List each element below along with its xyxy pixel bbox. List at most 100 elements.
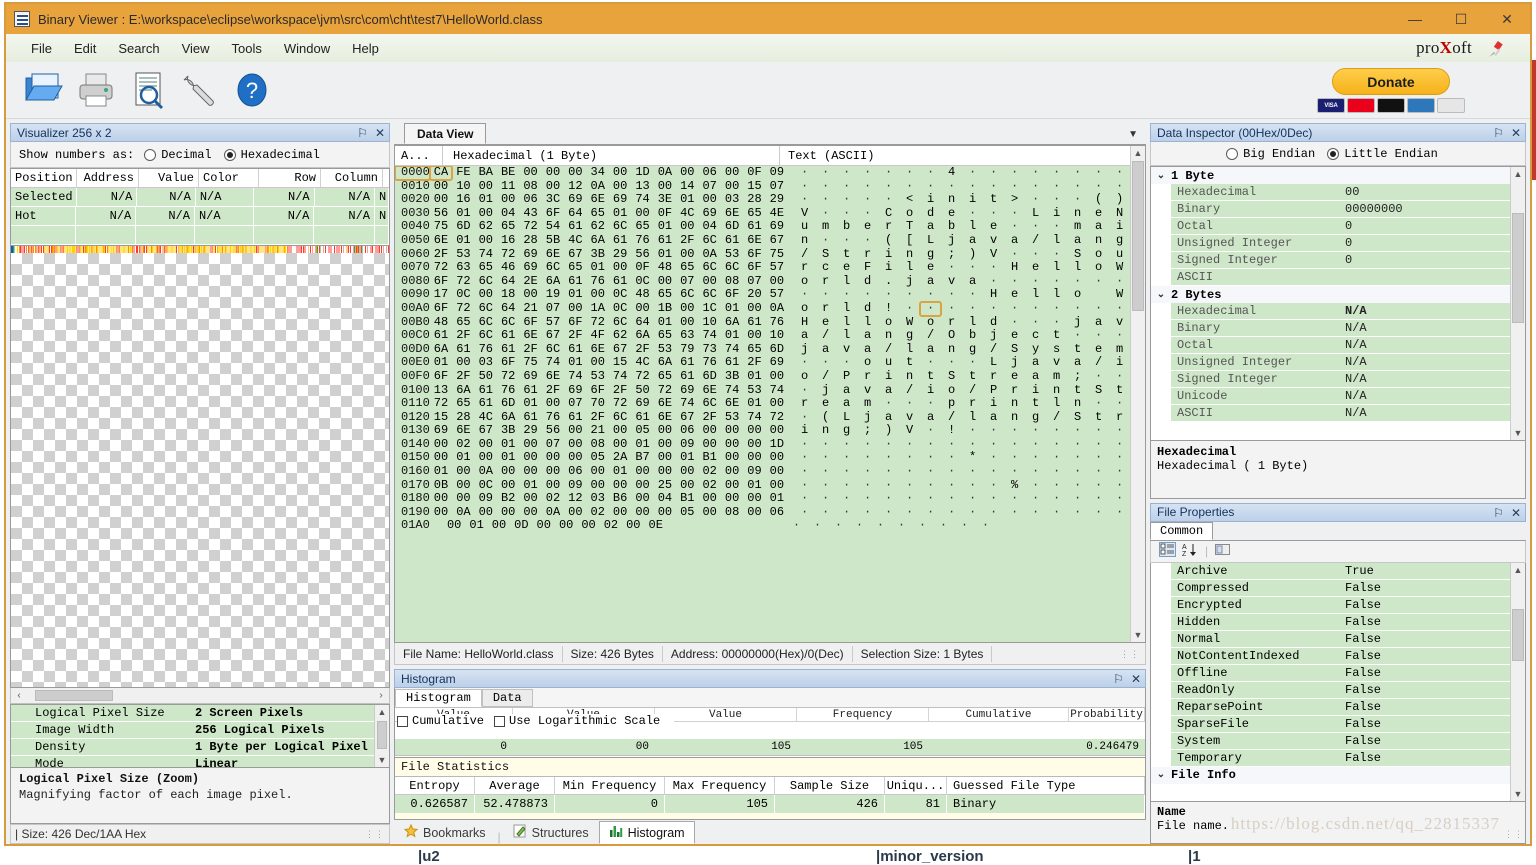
- hex-byte-cell[interactable]: 01: [676, 451, 698, 465]
- ascii-cell[interactable]: n: [941, 342, 962, 357]
- ascii-cell[interactable]: ·: [983, 492, 1004, 506]
- ascii-cell[interactable]: ·: [1088, 396, 1109, 411]
- hex-byte-cell[interactable]: 61: [721, 233, 743, 248]
- hex-byte-cell[interactable]: 00: [519, 437, 541, 452]
- hex-byte-cell[interactable]: 61: [609, 274, 631, 289]
- ascii-cell[interactable]: H: [983, 288, 1004, 302]
- ascii-cell[interactable]: ·: [899, 478, 920, 493]
- ascii-cell[interactable]: /: [794, 247, 815, 262]
- hex-byte-cell[interactable]: 69: [430, 424, 452, 438]
- hex-byte-cell[interactable]: 61: [609, 233, 631, 248]
- hex-byte-cell[interactable]: 00: [564, 505, 586, 520]
- data-inspector-list[interactable]: ⌄ 1 Byte Hexadecimal 00 Binary 00000000 Octal 0…: [1151, 167, 1510, 440]
- hex-byte-cell[interactable]: 00: [721, 464, 743, 479]
- ascii-cell[interactable]: ·: [919, 300, 943, 317]
- ascii-cell[interactable]: ·: [1004, 492, 1025, 506]
- ascii-cell[interactable]: ·: [1025, 437, 1046, 452]
- ascii-cell[interactable]: u: [1109, 247, 1130, 262]
- ascii-cell[interactable]: v: [1109, 315, 1130, 330]
- hex-byte-cell[interactable]: 76: [587, 274, 609, 289]
- hex-byte-cell[interactable]: 6C: [542, 342, 564, 357]
- ascii-cell[interactable]: ·: [962, 301, 983, 316]
- hex-byte-cell[interactable]: 3B: [721, 369, 743, 384]
- ascii-cell[interactable]: s: [1046, 342, 1067, 357]
- hex-byte-cell[interactable]: 00: [609, 166, 631, 180]
- hex-byte-cell[interactable]: 6A: [654, 356, 676, 370]
- hex-byte-cell[interactable]: 00: [676, 464, 698, 479]
- ascii-cell[interactable]: ·: [962, 464, 983, 479]
- ascii-cell[interactable]: ·: [815, 206, 836, 221]
- hex-byte-cell[interactable]: 00: [654, 437, 676, 452]
- ascii-cell[interactable]: g: [1109, 233, 1130, 248]
- ascii-cell[interactable]: ·: [1109, 424, 1130, 438]
- ascii-cell[interactable]: ·: [1067, 301, 1088, 316]
- hex-byte-cell[interactable]: 09: [475, 492, 497, 506]
- ascii-cell[interactable]: H: [1004, 261, 1025, 275]
- hex-byte-cell[interactable]: 28: [743, 193, 765, 207]
- hex-byte-cell[interactable]: 00: [721, 451, 743, 465]
- ascii-cell[interactable]: (: [878, 233, 899, 248]
- ascii-cell[interactable]: ·: [836, 451, 857, 465]
- hex-byte-cell[interactable]: 6C: [609, 220, 631, 234]
- ascii-cell[interactable]: ·: [836, 437, 857, 452]
- property-row[interactable]: ReparsePoint False: [1151, 698, 1510, 716]
- hex-byte-cell[interactable]: 2F: [609, 383, 631, 398]
- inspector-row[interactable]: Hexadecimal 00: [1151, 184, 1510, 201]
- hex-byte-cell[interactable]: 61: [676, 356, 698, 370]
- resize-grip-icon[interactable]: ⋮⋮: [1120, 649, 1140, 660]
- ascii-cell[interactable]: ·: [878, 478, 899, 493]
- hex-byte-cell[interactable]: 21: [519, 301, 541, 316]
- ascii-cell[interactable]: C: [878, 206, 899, 221]
- hex-row[interactable]: 00C0 61 2F 6C 61 6E 67 2F 4F 62 6A 65 63 74 01 00 10 a / l a…: [395, 329, 1130, 343]
- hex-byte-cell[interactable]: 00: [519, 492, 541, 506]
- ascii-cell[interactable]: i: [920, 193, 941, 207]
- property-row[interactable]: Hidden False: [1151, 613, 1510, 631]
- hex-byte-cell[interactable]: 01: [452, 451, 474, 465]
- radio-little-endian[interactable]: Little Endian: [1327, 147, 1438, 161]
- print-icon[interactable]: [72, 66, 120, 114]
- ascii-cell[interactable]: ·: [941, 301, 962, 316]
- ascii-cell[interactable]: j: [941, 233, 962, 248]
- hex-byte-cell[interactable]: 05: [631, 424, 653, 438]
- hex-byte-cell[interactable]: 67: [766, 233, 788, 248]
- hex-byte-cell[interactable]: 00: [631, 464, 653, 479]
- hex-byte-cell[interactable]: 6A: [452, 383, 474, 398]
- inspector-row[interactable]: Signed Integer 0: [1151, 252, 1510, 269]
- hex-byte-cell[interactable]: 00: [587, 464, 609, 479]
- ascii-cell[interactable]: ;: [857, 424, 878, 438]
- hex-byte-cell[interactable]: 69: [519, 369, 541, 384]
- hex-row[interactable]: 0030 56 01 00 04 43 6F 64 65 01 00 0F 4C 69 6E 65 4E V · · ·…: [395, 206, 1130, 221]
- ascii-cell[interactable]: ·: [815, 451, 836, 465]
- hex-byte-cell[interactable]: 13: [631, 179, 653, 194]
- hex-byte-cell[interactable]: 19: [542, 288, 564, 302]
- ascii-cell[interactable]: a: [878, 383, 899, 398]
- hex-byte-cell[interactable]: 1C: [699, 301, 721, 316]
- ascii-cell[interactable]: e: [857, 220, 878, 234]
- ascii-cell[interactable]: n: [899, 247, 920, 262]
- ascii-cell[interactable]: o: [920, 315, 941, 330]
- hex-row[interactable]: 0090 17 0C 00 18 00 19 01 00 0C 48 65 6C 6C 6F 20 57 · · · ·…: [395, 288, 1130, 302]
- hex-byte-cell[interactable]: 00: [654, 464, 676, 479]
- hex-byte-cell[interactable]: 10: [452, 179, 474, 194]
- hex-byte-cell[interactable]: 72: [430, 261, 452, 275]
- ascii-cell[interactable]: j: [1004, 356, 1025, 370]
- hex-byte-cell[interactable]: 28: [519, 233, 541, 248]
- ascii-cell[interactable]: F: [857, 261, 878, 275]
- ascii-cell[interactable]: ·: [1046, 437, 1067, 452]
- hex-byte-cell[interactable]: 64: [497, 301, 519, 316]
- ascii-cell[interactable]: ·: [1046, 301, 1067, 316]
- hex-byte-cell[interactable]: 69: [766, 356, 788, 370]
- ascii-cell[interactable]: ·: [920, 478, 941, 493]
- hex-byte-cell[interactable]: 12: [564, 179, 586, 194]
- hex-byte-cell[interactable]: 00: [631, 478, 653, 493]
- ascii-cell[interactable]: ·: [920, 437, 941, 452]
- chevron-down-icon[interactable]: ⌄: [1151, 769, 1171, 781]
- ascii-cell[interactable]: ·: [1109, 464, 1130, 479]
- hex-byte-cell[interactable]: 00: [533, 519, 555, 533]
- ascii-cell[interactable]: !: [941, 424, 962, 438]
- ascii-cell[interactable]: o: [794, 274, 815, 289]
- ascii-cell[interactable]: ·: [794, 492, 815, 506]
- hex-byte-cell[interactable]: 00: [542, 166, 564, 180]
- ascii-cell[interactable]: r: [878, 220, 899, 234]
- hex-byte-cell[interactable]: 00: [564, 437, 586, 452]
